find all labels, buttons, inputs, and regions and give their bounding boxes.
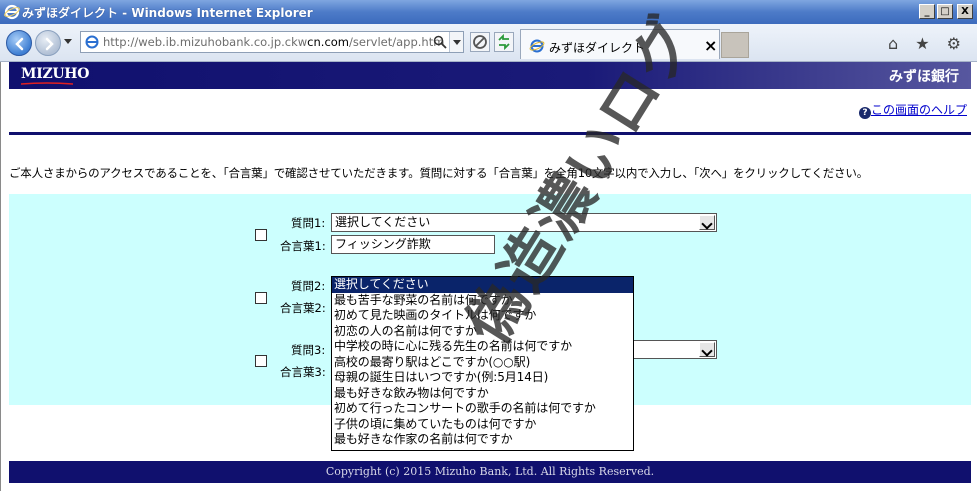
dropdown-option[interactable]: 初めて見た映画のタイトルは何ですか: [332, 308, 633, 324]
question-1-checkbox[interactable]: [255, 229, 267, 241]
question-1-selected-value: 選択してください: [335, 215, 431, 229]
dropdown-option[interactable]: 最も好きな作家の名前は何ですか: [332, 432, 633, 448]
address-bar[interactable]: http://web.ib.mizuhobank.co.jp.ckwcn.com…: [80, 31, 464, 53]
answer-2-label: 合言葉2:: [280, 301, 326, 315]
dropdown-option[interactable]: 初恋の人の名前は何ですか: [332, 324, 633, 340]
home-favorites-settings-icons[interactable]: ⌂ ★ ⚙: [888, 34, 967, 53]
back-arrow-icon: [15, 37, 24, 51]
stop-icon: [473, 35, 487, 49]
help-link-container: ? この画面のヘルプ: [858, 101, 967, 119]
dropdown-option[interactable]: 選択してください: [332, 277, 633, 293]
tab-mizuho-direct[interactable]: みずほダイレクト ×: [520, 29, 720, 59]
header-divider: [9, 132, 971, 135]
ie-page-icon: [85, 35, 99, 49]
question-3-label: 質問3:: [291, 343, 326, 357]
question-2-dropdown-list[interactable]: 選択してください 最も苦手な野菜の名前は何ですか 初めて見た映画のタイトルは何で…: [331, 276, 634, 451]
question-1-select[interactable]: 選択してください: [331, 213, 717, 232]
search-icon[interactable]: [433, 35, 447, 49]
refresh-icon: [498, 33, 510, 51]
tab-title: みずほダイレクト: [549, 41, 646, 55]
minimize-button[interactable]: _: [919, 4, 935, 19]
instructions-text: ご本人さまからのアクセスであることを、「合言葉」で確認させていただきます。質問に…: [9, 166, 868, 180]
chevron-down-icon[interactable]: [699, 215, 715, 230]
logo-swoosh-icon: [21, 82, 73, 85]
window-title-bar[interactable]: みずほダイレクト - Windows Internet Explorer _ □…: [0, 0, 977, 24]
dropdown-option[interactable]: 最も好きな飲み物は何ですか: [332, 386, 633, 402]
maximize-button[interactable]: □: [937, 4, 953, 19]
address-url[interactable]: http://web.ib.mizuhobank.co.jp.ckwcn.com…: [103, 35, 444, 49]
dropdown-option[interactable]: 子供の頃に集めていたものは何ですか: [332, 417, 633, 433]
question-2-checkbox[interactable]: [255, 292, 267, 304]
page-content: MIZUHO みずほ銀行 ? この画面のヘルプ ご本人さまからのアクセスであること…: [0, 4, 977, 491]
dropdown-option[interactable]: 中学校の時に心に残る先生の名前は何ですか: [332, 339, 633, 355]
chevron-down-icon[interactable]: [699, 342, 715, 357]
help-link[interactable]: この画面のヘルプ: [871, 103, 967, 117]
window-title: みずほダイレクト - Windows Internet Explorer: [22, 6, 313, 20]
question-3-checkbox[interactable]: [255, 355, 267, 367]
bank-header: MIZUHO みずほ銀行: [9, 62, 971, 89]
stop-button[interactable]: [470, 32, 490, 52]
dropdown-option[interactable]: 母親の誕生日はいつですか(例:5月14日): [332, 370, 633, 386]
copyright-footer: Copyright (c) 2015 Mizuho Bank, Ltd. All…: [9, 461, 971, 483]
answer-1-value: フィッシング詐欺: [335, 237, 431, 251]
dropdown-option[interactable]: 初めて行ったコンサートの歌手の名前は何ですか: [332, 401, 633, 417]
question-2-label: 質問2:: [291, 279, 326, 293]
answer-1-input[interactable]: フィッシング詐欺: [331, 235, 495, 254]
browser-toolbar: http://web.ib.mizuhobank.co.jp.ckwcn.com…: [0, 24, 977, 62]
refresh-button[interactable]: [494, 32, 514, 52]
close-tab-icon[interactable]: ×: [704, 36, 717, 55]
answer-1-label: 合言葉1:: [280, 239, 326, 253]
history-dropdown-icon[interactable]: [64, 39, 72, 44]
new-tab-button[interactable]: [721, 32, 749, 58]
forward-arrow-icon: [45, 37, 54, 51]
close-window-button[interactable]: X: [957, 4, 973, 19]
forward-button[interactable]: [35, 30, 61, 56]
back-button[interactable]: [6, 30, 32, 56]
address-dropdown-button[interactable]: [449, 32, 463, 52]
dropdown-option[interactable]: 最も苦手な野菜の名前は何ですか: [332, 293, 633, 309]
mizuho-logo: MIZUHO: [21, 66, 90, 82]
question-1-label: 質問1:: [291, 216, 326, 230]
help-question-icon[interactable]: ?: [858, 107, 871, 119]
answer-3-label: 合言葉3:: [280, 365, 326, 379]
ie-tab-icon: [529, 39, 545, 53]
dropdown-option[interactable]: 高校の最寄り駅はどこですか(○○駅): [332, 355, 633, 371]
ie-logo-icon: [4, 4, 20, 20]
bank-name: みずほ銀行: [889, 69, 959, 85]
